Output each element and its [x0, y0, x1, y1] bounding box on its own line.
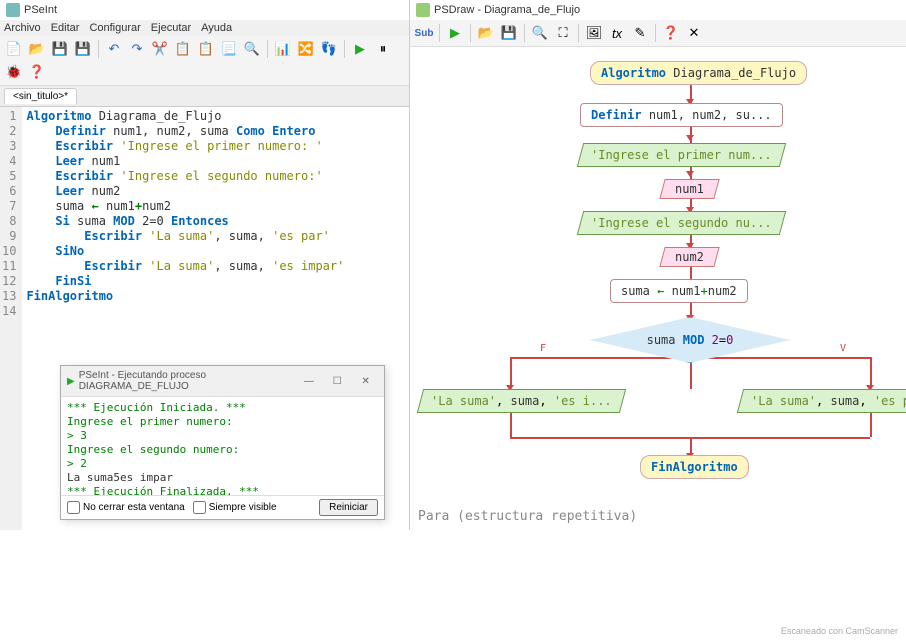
debug-icon[interactable]: 🐞: [4, 62, 24, 82]
menu-editar[interactable]: Editar: [51, 22, 80, 34]
new-icon[interactable]: 📄: [4, 39, 24, 59]
menu-archivo[interactable]: Archivo: [4, 22, 41, 34]
right-titlebar: PSDraw - Diagrama_de_Flujo: [410, 0, 906, 20]
cut-icon[interactable]: ✂️: [150, 39, 170, 59]
psdraw-window: PSDraw - Diagrama_de_Flujo Sub ▶ 📂 💾 🔍 ⛶…: [410, 0, 906, 530]
open-icon[interactable]: 📂: [27, 39, 47, 59]
right-title: PSDraw - Diagrama_de_Flujo: [434, 4, 580, 16]
pause-icon[interactable]: ⏸: [373, 39, 393, 59]
close-exec-icon[interactable]: ✕: [354, 376, 378, 387]
help-icon[interactable]: ❓: [27, 62, 47, 82]
undo-icon[interactable]: ↶: [104, 39, 124, 59]
label-false: F: [540, 343, 546, 354]
node-write2[interactable]: 'Ingrese el segundo nu...: [577, 211, 786, 235]
node-decision[interactable]: suma MOD 2=0: [590, 317, 790, 363]
left-titlebar: PSeInt: [0, 0, 409, 20]
doc-icon[interactable]: 📃: [219, 39, 239, 59]
save2-icon[interactable]: 💾: [499, 23, 519, 43]
maximize-icon[interactable]: ☐: [325, 376, 349, 387]
exec-title-text: PSeInt - Ejecutando proceso DIAGRAMA_DE_…: [79, 370, 289, 392]
find-icon[interactable]: 🔍: [242, 39, 262, 59]
tabbar: <sin_titulo>*: [0, 86, 409, 107]
help2-icon[interactable]: ❓: [661, 23, 681, 43]
psdraw-icon: [416, 3, 430, 17]
menu-configurar[interactable]: Configurar: [89, 22, 140, 34]
saveas-icon[interactable]: 💾: [73, 39, 93, 59]
right-toolbar: Sub ▶ 📂 💾 🔍 ⛶ 🖼 tx ✎ ❓ ✕: [410, 20, 906, 47]
node-true-branch[interactable]: 'La suma', suma, 'es pa: [737, 389, 906, 413]
node-read1[interactable]: num1: [659, 179, 719, 199]
flow-icon[interactable]: 🔀: [296, 39, 316, 59]
node-false-branch[interactable]: 'La suma', suma, 'es i...: [417, 389, 626, 413]
chk-siempre-visible[interactable]: Siempre visible: [193, 501, 277, 514]
fit-icon[interactable]: ⛶: [553, 23, 573, 43]
chart-icon[interactable]: 📊: [273, 39, 293, 59]
node-define[interactable]: Definir num1, num2, su...: [580, 103, 783, 127]
exec-footer: No cerrar esta ventana Siempre visible R…: [61, 495, 384, 519]
exec-output[interactable]: *** Ejecución Iniciada. ***Ingrese el pr…: [61, 397, 384, 495]
execution-window: ▶ PSeInt - Ejecutando proceso DIAGRAMA_D…: [60, 365, 385, 520]
close-icon[interactable]: ✕: [684, 23, 704, 43]
paste-icon[interactable]: 📋: [196, 39, 216, 59]
reiniciar-button[interactable]: Reiniciar: [319, 499, 378, 516]
node-assign[interactable]: suma ← num1+num2: [610, 279, 748, 303]
node-write1[interactable]: 'Ingrese el primer num...: [577, 143, 786, 167]
flowchart-canvas[interactable]: Algoritmo Diagrama_de_Flujo Definir num1…: [410, 47, 906, 530]
exec-titlebar[interactable]: ▶ PSeInt - Ejecutando proceso DIAGRAMA_D…: [61, 366, 384, 397]
run-flow-icon[interactable]: ▶: [445, 23, 465, 43]
redo-icon[interactable]: ↷: [127, 39, 147, 59]
open2-icon[interactable]: 📂: [476, 23, 496, 43]
menu-ejecutar[interactable]: Ejecutar: [151, 22, 191, 34]
scan-watermark: Escaneado con CamScanner: [781, 626, 898, 636]
zoom-icon[interactable]: 🔍: [530, 23, 550, 43]
left-title: PSeInt: [24, 4, 57, 16]
tab-sin-titulo[interactable]: <sin_titulo>*: [4, 88, 77, 104]
run-icon[interactable]: ▶: [350, 39, 370, 59]
copy-icon[interactable]: 📋: [173, 39, 193, 59]
label-true: V: [840, 343, 846, 354]
pseint-icon: [6, 3, 20, 17]
sub-icon[interactable]: Sub: [414, 23, 434, 43]
text-icon[interactable]: tx: [607, 23, 627, 43]
menubar: Archivo Editar Configurar Ejecutar Ayuda: [0, 20, 409, 36]
minimize-icon[interactable]: —: [297, 376, 321, 387]
edit-icon[interactable]: ✎: [630, 23, 650, 43]
left-toolbar: 📄 📂 💾 💾 ↶ ↷ ✂️ 📋 📋 📃 🔍 📊 🔀 👣 ▶ ⏸ 🐞 ❓: [0, 36, 409, 86]
node-read2[interactable]: num2: [659, 247, 719, 267]
palette-hint: Para (estructura repetitiva): [418, 509, 637, 524]
export-icon[interactable]: 🖼: [584, 23, 604, 43]
step-icon[interactable]: 👣: [319, 39, 339, 59]
save-icon[interactable]: 💾: [50, 39, 70, 59]
node-end[interactable]: FinAlgoritmo: [640, 455, 749, 479]
menu-ayuda[interactable]: Ayuda: [201, 22, 232, 34]
chk-no-cerrar[interactable]: No cerrar esta ventana: [67, 501, 185, 514]
node-start[interactable]: Algoritmo Diagrama_de_Flujo: [590, 61, 807, 85]
